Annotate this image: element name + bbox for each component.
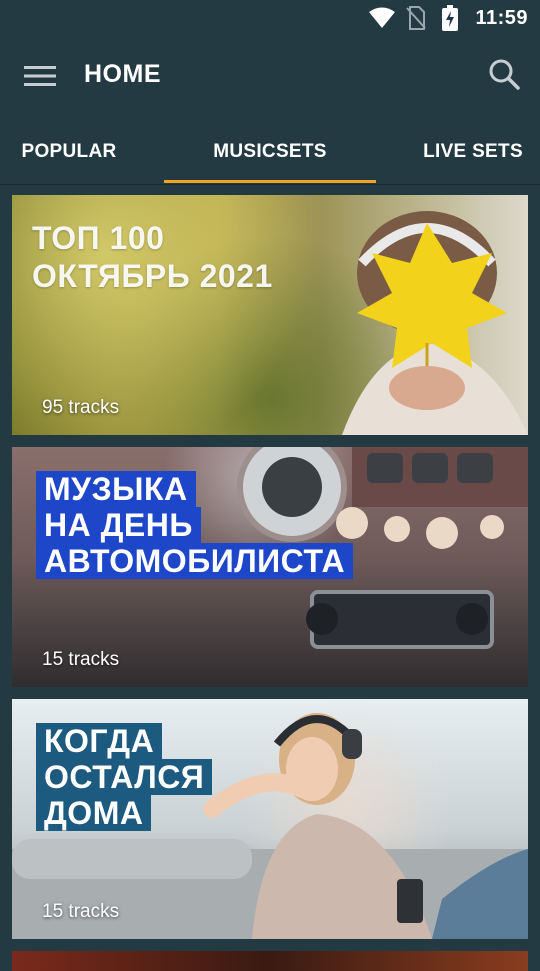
- active-tab-indicator: [164, 180, 376, 183]
- no-sim-icon: [403, 5, 429, 31]
- menu-icon: [24, 65, 56, 92]
- musicset-card[interactable]: МУЗЫКА НА ДЕНЬ АВТОМОБИЛИСТА 15 tracks: [12, 447, 528, 687]
- track-count: 15 tracks: [42, 649, 120, 670]
- card-cover-image: [12, 951, 528, 971]
- headline-line: ОКТЯБРЬ 2021: [32, 258, 273, 294]
- tab-bar: POPULAR MUSICSETS LIVE SETS: [0, 120, 540, 185]
- tab-live-sets[interactable]: LIVE SETS: [400, 120, 540, 184]
- card-headline: КОГДА ОСТАЛСЯ ДОМА: [36, 723, 213, 831]
- wifi-icon: [369, 5, 396, 31]
- status-bar: 11:59: [0, 0, 540, 36]
- search-icon: [488, 58, 520, 95]
- musicset-card[interactable]: [12, 951, 528, 971]
- menu-button[interactable]: [20, 58, 60, 98]
- tab-popular[interactable]: POPULAR: [0, 120, 138, 184]
- battery-charging-icon: [437, 5, 463, 31]
- app-bar: HOME: [0, 36, 540, 120]
- musicset-card[interactable]: КОГДА ОСТАЛСЯ ДОМА 15 tracks: [12, 699, 528, 939]
- card-headline: МУЗЫКА НА ДЕНЬ АВТОМОБИЛИСТА: [36, 471, 354, 579]
- search-button[interactable]: [484, 56, 524, 96]
- clock: 11:59: [475, 6, 528, 29]
- headline-line: КОГДА: [36, 723, 163, 759]
- headline-line: АВТОМОБИЛИСТА: [36, 543, 354, 579]
- card-headline: ТОП 100 ОКТЯБРЬ 2021: [32, 219, 273, 295]
- headline-line: НА ДЕНЬ: [36, 507, 201, 543]
- tab-musicsets[interactable]: MUSICSETS: [164, 120, 376, 184]
- headline-line: ОСТАЛСЯ: [36, 759, 213, 795]
- cover-photo-figure: [342, 211, 528, 435]
- track-count: 15 tracks: [42, 901, 120, 922]
- page-title: HOME: [84, 60, 161, 88]
- musicset-card[interactable]: ТОП 100 ОКТЯБРЬ 2021 95 tracks: [12, 195, 528, 435]
- headline-line: ДОМА: [36, 795, 152, 831]
- headline-line: МУЗЫКА: [36, 471, 196, 507]
- track-count: 95 tracks: [42, 397, 120, 418]
- headline-line: ТОП 100: [32, 220, 165, 256]
